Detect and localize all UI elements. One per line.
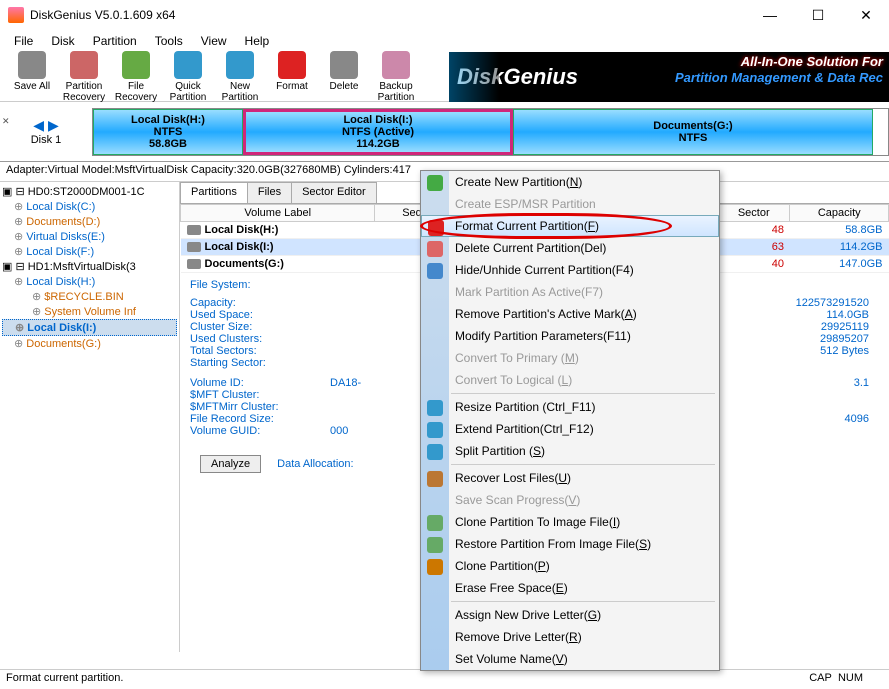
col-header[interactable]: Capacity bbox=[790, 205, 889, 222]
disk-icon bbox=[187, 259, 201, 269]
toolbar-icon bbox=[70, 51, 98, 79]
toolbar-icon bbox=[226, 51, 254, 79]
menu-partition[interactable]: Partition bbox=[85, 32, 145, 50]
close-button[interactable]: ✕ bbox=[851, 7, 881, 24]
col-header[interactable]: Sector bbox=[717, 205, 789, 222]
menu-item[interactable]: Modify Partition Parameters(F11) bbox=[421, 325, 719, 347]
tree-node[interactable]: ⊕ $RECYCLE.BIN bbox=[2, 289, 177, 304]
menu-item[interactable]: Create New Partition(N) bbox=[421, 171, 719, 193]
caps-indicator: CAP bbox=[809, 672, 832, 684]
menu-help[interactable]: Help bbox=[237, 32, 278, 50]
toolbar: Save AllPartition RecoveryFile RecoveryQ… bbox=[0, 52, 889, 102]
menu-item-icon bbox=[428, 220, 444, 236]
toolbar-icon bbox=[18, 51, 46, 79]
menu-item-icon bbox=[427, 471, 443, 487]
menu-item[interactable]: Restore Partition From Image File(S) bbox=[421, 533, 719, 555]
partition-bar[interactable]: Local Disk(H:)NTFS58.8GBLocal Disk(I:)NT… bbox=[92, 108, 889, 156]
partition-block[interactable]: Local Disk(I:)NTFS (Active)114.2GB bbox=[243, 109, 513, 155]
menu-item-icon bbox=[427, 263, 443, 279]
menu-item-icon bbox=[427, 515, 443, 531]
branding-banner: DiskGenius All-In-One Solution For Parti… bbox=[449, 52, 889, 102]
menu-item[interactable]: Hide/Unhide Current Partition(F4) bbox=[421, 259, 719, 281]
disk-nav-arrows[interactable]: ◀ ▶ bbox=[0, 117, 92, 134]
disk-icon bbox=[187, 225, 201, 235]
col-header[interactable]: Volume Label bbox=[181, 205, 375, 222]
menu-bar: FileDiskPartitionToolsViewHelp bbox=[0, 30, 889, 52]
partition-block[interactable]: Local Disk(H:)NTFS58.8GB bbox=[93, 109, 243, 155]
app-logo-icon bbox=[8, 7, 24, 23]
toolbar-icon bbox=[122, 51, 150, 79]
toolbar-quick-partition[interactable]: Quick Partition bbox=[162, 51, 214, 103]
tab-sector-editor[interactable]: Sector Editor bbox=[291, 182, 377, 203]
status-text: Format current partition. bbox=[6, 672, 809, 687]
menu-item[interactable]: Split Partition (S) bbox=[421, 440, 719, 462]
close-panel-icon[interactable]: ✕ bbox=[2, 116, 10, 127]
toolbar-file-recovery[interactable]: File Recovery bbox=[110, 51, 162, 103]
menu-item: Convert To Logical (L) bbox=[421, 369, 719, 391]
menu-tools[interactable]: Tools bbox=[147, 32, 191, 50]
menu-item-icon bbox=[427, 241, 443, 257]
window-title: DiskGenius V5.0.1.609 x64 bbox=[30, 8, 755, 22]
menu-item[interactable]: Remove Drive Letter(R) bbox=[421, 626, 719, 648]
toolbar-new-partition[interactable]: New Partition bbox=[214, 51, 266, 103]
context-menu[interactable]: Create New Partition(N)Create ESP/MSR Pa… bbox=[420, 170, 720, 671]
tree-node[interactable]: ⊟ HD0:ST2000DM001-1C bbox=[2, 184, 177, 199]
disk-tree[interactable]: ⊟ HD0:ST2000DM001-1C⊕ Local Disk(C:)⊕ Do… bbox=[0, 182, 180, 652]
tree-node[interactable]: ⊟ HD1:MsftVirtualDisk(3 bbox=[2, 259, 177, 274]
tree-node[interactable]: ⊕ Local Disk(I:) bbox=[2, 319, 177, 336]
toolbar-format[interactable]: Format bbox=[266, 51, 318, 103]
menu-file[interactable]: File bbox=[6, 32, 41, 50]
toolbar-icon bbox=[174, 51, 202, 79]
menu-item[interactable]: Resize Partition (Ctrl_F11) bbox=[421, 396, 719, 418]
tab-partitions[interactable]: Partitions bbox=[180, 182, 248, 203]
menu-item-icon bbox=[427, 537, 443, 553]
banner-line2: Partition Management & Data Rec bbox=[675, 70, 883, 86]
tree-node[interactable]: ⊕ Local Disk(F:) bbox=[2, 244, 177, 259]
partition-block[interactable]: Documents(G:)NTFS bbox=[513, 109, 873, 155]
menu-item-icon bbox=[427, 175, 443, 191]
menu-item[interactable]: Delete Current Partition(Del) bbox=[421, 237, 719, 259]
menu-item[interactable]: Erase Free Space(E) bbox=[421, 577, 719, 599]
menu-item-icon bbox=[427, 559, 443, 575]
menu-item[interactable]: Recover Lost Files(U) bbox=[421, 467, 719, 489]
tree-node[interactable]: ⊕ System Volume Inf bbox=[2, 304, 177, 319]
num-indicator: NUM bbox=[838, 672, 863, 684]
menu-item-icon bbox=[427, 422, 443, 438]
menu-item: Create ESP/MSR Partition bbox=[421, 193, 719, 215]
toolbar-delete[interactable]: Delete bbox=[318, 51, 370, 103]
menu-item[interactable]: Clone Partition To Image File(I) bbox=[421, 511, 719, 533]
disk-icon bbox=[187, 242, 201, 252]
menu-item[interactable]: Remove Partition's Active Mark(A) bbox=[421, 303, 719, 325]
maximize-button[interactable]: ☐ bbox=[803, 7, 833, 24]
tree-node[interactable]: ⊕ Documents(G:) bbox=[2, 336, 177, 351]
menu-item[interactable]: Set Volume Name(V) bbox=[421, 648, 719, 670]
tree-node[interactable]: ⊕ Documents(D:) bbox=[2, 214, 177, 229]
menu-item-icon bbox=[427, 444, 443, 460]
toolbar-save-all[interactable]: Save All bbox=[6, 51, 58, 103]
menu-item[interactable]: Format Current Partition(F) bbox=[421, 215, 719, 237]
toolbar-backup-partition[interactable]: Backup Partition bbox=[370, 51, 422, 103]
menu-disk[interactable]: Disk bbox=[43, 32, 82, 50]
disk-number-label: Disk 1 bbox=[0, 134, 92, 146]
banner-line1: All-In-One Solution For bbox=[675, 54, 883, 70]
toolbar-icon bbox=[330, 51, 358, 79]
tree-node[interactable]: ⊕ Virtual Disks(E:) bbox=[2, 229, 177, 244]
data-allocation-label: Data Allocation: bbox=[271, 458, 353, 470]
toolbar-icon bbox=[382, 51, 410, 79]
menu-item: Convert To Primary (M) bbox=[421, 347, 719, 369]
tab-files[interactable]: Files bbox=[247, 182, 292, 203]
menu-item[interactable]: Extend Partition(Ctrl_F12) bbox=[421, 418, 719, 440]
toolbar-partition-recovery[interactable]: Partition Recovery bbox=[58, 51, 110, 103]
toolbar-icon bbox=[278, 51, 306, 79]
menu-item-icon bbox=[427, 400, 443, 416]
menu-view[interactable]: View bbox=[193, 32, 235, 50]
analyze-button[interactable]: Analyze bbox=[200, 455, 261, 473]
tree-node[interactable]: ⊕ Local Disk(C:) bbox=[2, 199, 177, 214]
menu-item[interactable]: Clone Partition(P) bbox=[421, 555, 719, 577]
menu-item[interactable]: Assign New Drive Letter(G) bbox=[421, 604, 719, 626]
menu-item: Mark Partition As Active(F7) bbox=[421, 281, 719, 303]
tree-node[interactable]: ⊕ Local Disk(H:) bbox=[2, 274, 177, 289]
minimize-button[interactable]: — bbox=[755, 7, 785, 24]
menu-item: Save Scan Progress(V) bbox=[421, 489, 719, 511]
